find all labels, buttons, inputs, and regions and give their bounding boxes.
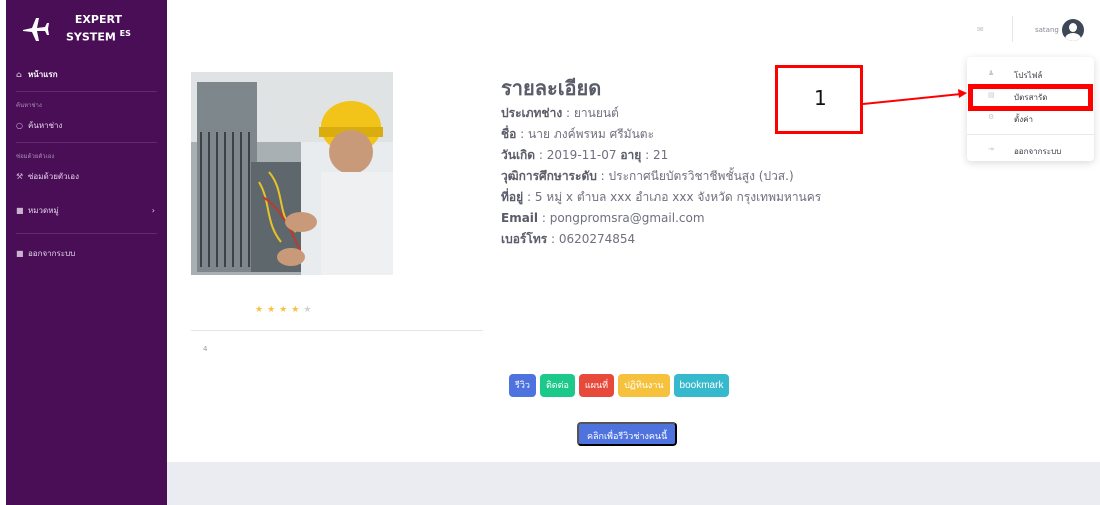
wrench-icon: ⚒ xyxy=(16,171,24,181)
annotation-callout: 1 xyxy=(775,65,863,134)
detail-label: Email xyxy=(501,211,539,225)
logout-icon: ⇥ xyxy=(988,145,994,153)
brand-line2: SYSTEM xyxy=(66,30,116,44)
main-content: ★★★★★ 4 รายละเอียด ประเภทช่าง : ยานยนต์ … xyxy=(167,57,1100,462)
annotation-arrow xyxy=(863,89,967,105)
detail-label: ที่อยู่ xyxy=(501,190,524,204)
calendar-button[interactable]: ปฏิทินงาน xyxy=(618,374,670,397)
sidebar-item-logout[interactable]: ■ ออกจากระบบ xyxy=(6,242,167,264)
dropdown-item-logout[interactable]: ⇥ ออกจากระบบ xyxy=(967,141,1094,159)
detail-value: : 5 หมู่ x ตำบล xxx อำเภอ xxx จังหวัด กร… xyxy=(523,190,822,204)
detail-label: อายุ xyxy=(620,148,642,162)
detail-label: เบอร์โทร xyxy=(501,232,548,246)
dropdown-item-label: ออกจากระบบ xyxy=(1014,147,1062,156)
detail-address: ที่อยู่ : 5 หมู่ x ตำบล xxx อำเภอ xxx จั… xyxy=(501,187,821,208)
dropdown-item-settings[interactable]: ⚙ ตั้งค่า xyxy=(967,109,1094,127)
contact-button[interactable]: ติดต่อ xyxy=(539,374,575,397)
rating-number: 4 xyxy=(203,345,208,353)
search-icon: ○ xyxy=(16,120,23,130)
sidebar-divider xyxy=(16,233,157,234)
bookmark-button[interactable]: bookmark xyxy=(673,374,730,397)
detail-email: Email : pongpromsra@gmail.com xyxy=(501,208,821,229)
star-icon: ★ xyxy=(255,305,268,315)
detail-value: : นาย ภงค์พรหม ศรีมันตะ xyxy=(516,127,655,141)
detail-label: ประเภทช่าง xyxy=(501,106,563,120)
brand-line1: EXPERT xyxy=(74,12,122,26)
sidebar-item-repair[interactable]: ⚒ ซ่อมด้วยตัวเอง xyxy=(6,165,167,187)
dropdown-item-label: โปรไฟล์ xyxy=(1014,71,1043,80)
user-name[interactable]: satang xyxy=(1035,26,1059,34)
avatar-head xyxy=(1069,23,1077,32)
folder-icon: ■ xyxy=(16,205,24,215)
detail-value: : ยานยนต์ xyxy=(562,106,619,120)
star-icon: ★ xyxy=(267,305,280,315)
chevron-right-icon: › xyxy=(151,205,155,215)
home-icon: ⌂ xyxy=(16,69,22,79)
sidebar-divider xyxy=(16,91,157,92)
details-title: รายละเอียด xyxy=(501,76,602,100)
detail-value: : 2019-11-07 xyxy=(535,148,621,162)
annotation-highlight xyxy=(968,84,1093,111)
star-icon: ★ xyxy=(291,305,304,315)
sidebar-item-label: ออกจากระบบ xyxy=(28,248,76,258)
divider-line xyxy=(191,330,483,331)
sidebar-item-label: หน้าแรก xyxy=(28,69,58,79)
detail-name: ชื่อ : นาย ภงค์พรหม ศรีมันตะ xyxy=(501,124,821,145)
settings-icon: ⚙ xyxy=(988,113,995,121)
detail-type: ประเภทช่าง : ยานยนต์ xyxy=(501,103,821,124)
review-button[interactable]: รีวิว xyxy=(509,374,536,397)
avatar[interactable] xyxy=(1062,19,1084,41)
sidebar-item-category[interactable]: ■ หมวดหมู่ › xyxy=(6,199,167,221)
detail-phone: เบอร์โทร : 0620274854 xyxy=(501,229,821,250)
brand-line2-wrap: SYSTEM ES xyxy=(66,27,131,45)
technician-photo xyxy=(191,72,393,275)
sidebar-divider xyxy=(16,142,157,143)
sidebar-item-search[interactable]: ○ ค้นหาช่าง xyxy=(6,114,167,136)
dropdown-item-label: ตั้งค่า xyxy=(1014,115,1033,124)
sidebar-item-home[interactable]: ⌂ หน้าแรก xyxy=(6,63,167,85)
user-icon: ♟ xyxy=(988,69,995,77)
dropdown-item-profile[interactable]: ♟ โปรไฟล์ xyxy=(967,65,1094,83)
sidebar-item-label: ซ่อมด้วยตัวเอง xyxy=(28,171,80,181)
footer xyxy=(167,462,1100,505)
sidebar-heading-search: ค้นหาช่าง xyxy=(16,102,42,109)
review-this-button[interactable]: คลิกเพื่อรีวิวช่างคนนี้ xyxy=(577,422,678,446)
envelope-icon[interactable]: ✉ xyxy=(977,25,984,34)
detail-value: : ประกาศนียบัตรวิชาชีพชั้นสูง (ปวส.) xyxy=(596,169,794,183)
map-button[interactable]: แผนที่ xyxy=(578,374,615,397)
topbar-divider xyxy=(1012,16,1013,42)
avatar-body xyxy=(1065,33,1081,41)
topbar: ✉ satang xyxy=(167,0,1100,57)
detail-label: วันเกิด xyxy=(501,148,536,162)
action-buttons: รีวิว ติดต่อ แผนที่ ปฏิทินงาน bookmark xyxy=(509,374,730,397)
detail-value: : 21 xyxy=(641,148,669,162)
rating-stars: ★★★★★ xyxy=(255,305,315,315)
brand[interactable]: EXPERT SYSTEM ES xyxy=(6,0,167,57)
app-root: EXPERT SYSTEM ES ⌂ หน้าแรก ค้นหาช่าง ○ ค… xyxy=(0,0,1100,505)
star-empty-icon: ★ xyxy=(303,305,316,315)
detail-label: ชื่อ xyxy=(501,127,517,141)
detail-birth: วันเกิด : 2019-11-07 อายุ : 21 xyxy=(501,145,821,166)
airplane-icon xyxy=(20,14,50,44)
sidebar-item-label: หมวดหมู่ xyxy=(28,205,59,215)
sidebar: EXPERT SYSTEM ES ⌂ หน้าแรก ค้นหาช่าง ○ ค… xyxy=(6,0,167,505)
annotation-number: 1 xyxy=(814,86,827,110)
sidebar-item-label: ค้นหาช่าง xyxy=(28,120,63,130)
brand-sup: ES xyxy=(119,28,131,38)
detail-value: : 0620274854 xyxy=(547,232,636,246)
detail-education: วุฒิการศึกษาระดับ : ประกาศนียบัตรวิชาชีพ… xyxy=(501,166,821,187)
sidebar-nav: ⌂ หน้าแรก ค้นหาช่าง ○ ค้นหาช่าง ซ่อมด้วย… xyxy=(6,57,167,264)
dropdown-divider xyxy=(967,134,1094,135)
sidebar-heading-repair: ซ่อมด้วยตัวเอง xyxy=(16,153,55,160)
detail-value: : pongpromsra@gmail.com xyxy=(538,211,705,225)
brand-title: EXPERT SYSTEM ES xyxy=(66,13,131,45)
profile-details: รายละเอียด ประเภทช่าง : ยานยนต์ ชื่อ : น… xyxy=(501,75,821,250)
detail-label: วุฒิการศึกษาระดับ xyxy=(501,169,597,183)
star-icon: ★ xyxy=(279,305,292,315)
folder-icon: ■ xyxy=(16,248,24,258)
